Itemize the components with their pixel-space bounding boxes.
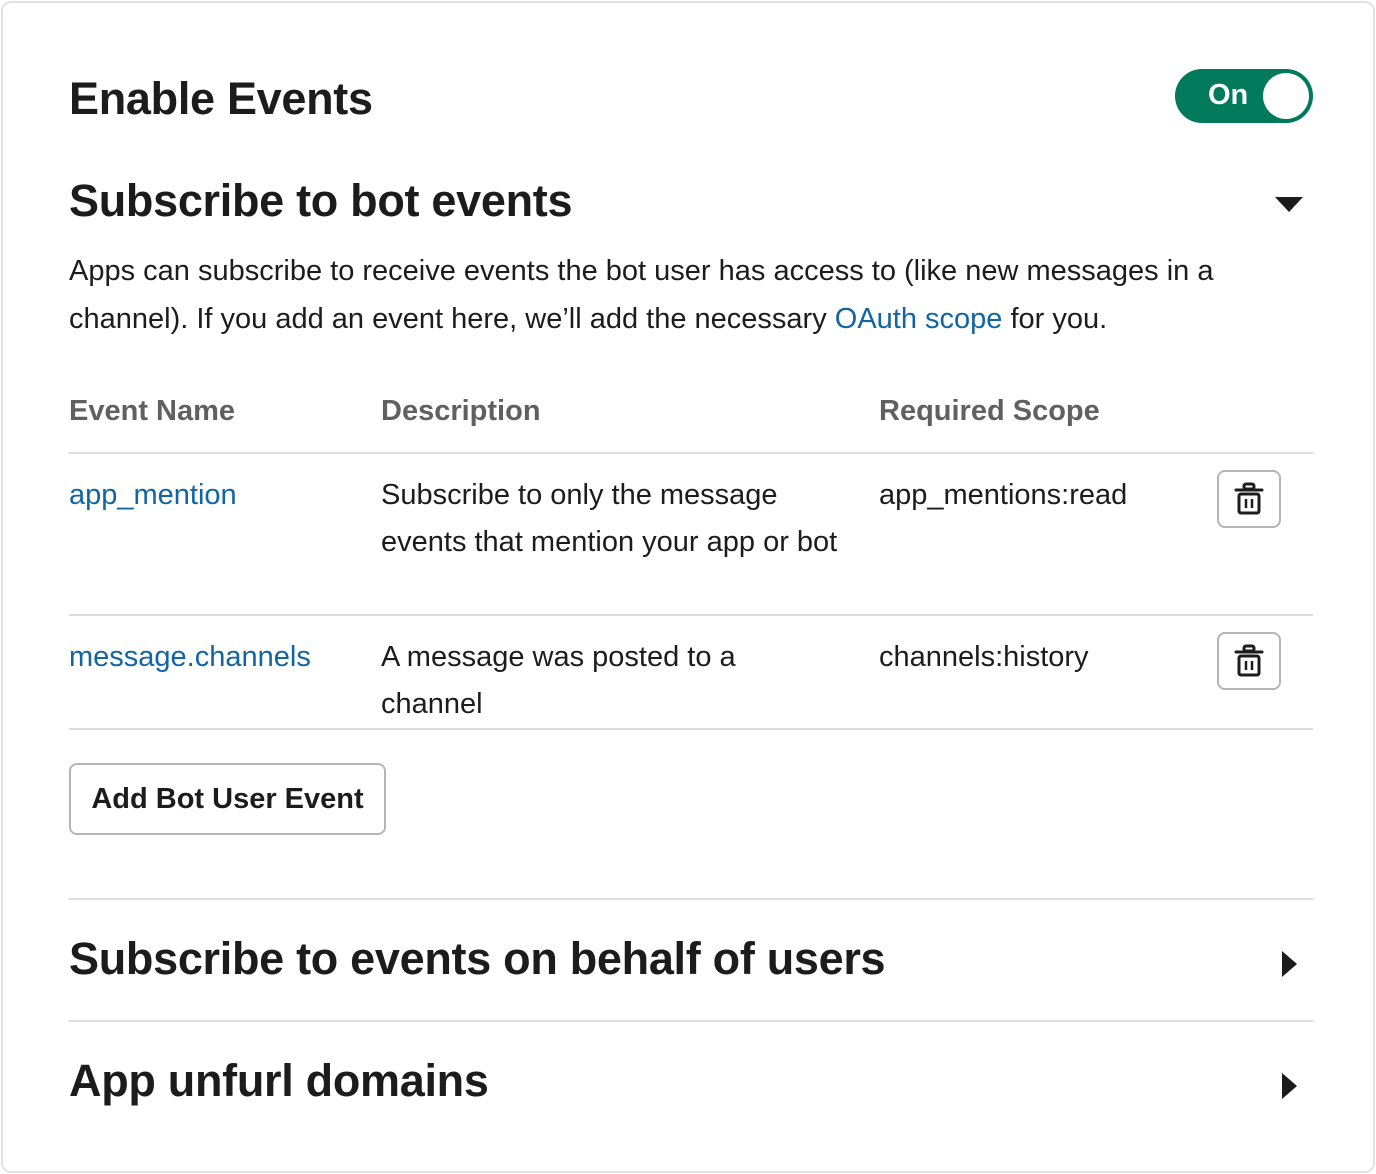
trash-icon [1234,482,1264,515]
event-description: Subscribe to only the message events tha… [381,479,838,558]
enable-events-title: Enable Events [69,73,373,124]
add-bot-user-event-button[interactable]: Add Bot User Event [69,763,386,835]
bot-events-description: Apps can subscribe to receive events the… [69,247,1313,343]
toggle-label: On [1208,79,1249,111]
user-events-section-header[interactable]: Subscribe to events on behalf of users [69,933,1313,993]
delete-event-button[interactable] [1217,470,1281,528]
bot-events-table: Event Name Description Required Scope ap… [69,383,1313,730]
header-description: Description [381,395,541,427]
header-required-scope: Required Scope [879,395,1100,427]
trash-icon [1234,644,1264,677]
bot-events-section-header[interactable]: Subscribe to bot events [69,175,1313,235]
caret-down-icon[interactable] [1275,197,1303,212]
enable-events-toggle[interactable]: On [1175,69,1313,123]
unfurl-domains-section-header[interactable]: App unfurl domains [69,1055,1313,1115]
header-event-name: Event Name [69,395,236,427]
enable-events-row: Enable Events On [69,67,1313,129]
event-description: A message was posted to a channel [381,641,736,720]
event-subscriptions-card: Enable Events On Subscribe to bot events… [1,1,1375,1173]
bot-events-title: Subscribe to bot events [69,175,573,226]
event-name-link[interactable]: app_mention [69,472,237,519]
caret-right-icon[interactable] [1282,1073,1297,1099]
user-events-title: Subscribe to events on behalf of users [69,933,886,984]
table-header-row: Event Name Description Required Scope [69,383,1313,454]
delete-event-button[interactable] [1217,632,1281,690]
toggle-knob [1263,73,1309,119]
event-scope: app_mentions:read [879,479,1128,511]
oauth-scope-link[interactable]: OAuth scope [835,303,1003,335]
table-row: message.channels A message was posted to… [69,616,1313,730]
unfurl-domains-title: App unfurl domains [69,1055,489,1106]
event-scope: channels:history [879,641,1089,673]
event-name-link[interactable]: message.channels [69,634,311,681]
section-divider [69,898,1313,900]
caret-right-icon[interactable] [1282,951,1297,977]
table-row: app_mention Subscribe to only the messag… [69,454,1313,616]
description-text-end: for you. [1002,303,1108,335]
section-divider [69,1020,1313,1022]
